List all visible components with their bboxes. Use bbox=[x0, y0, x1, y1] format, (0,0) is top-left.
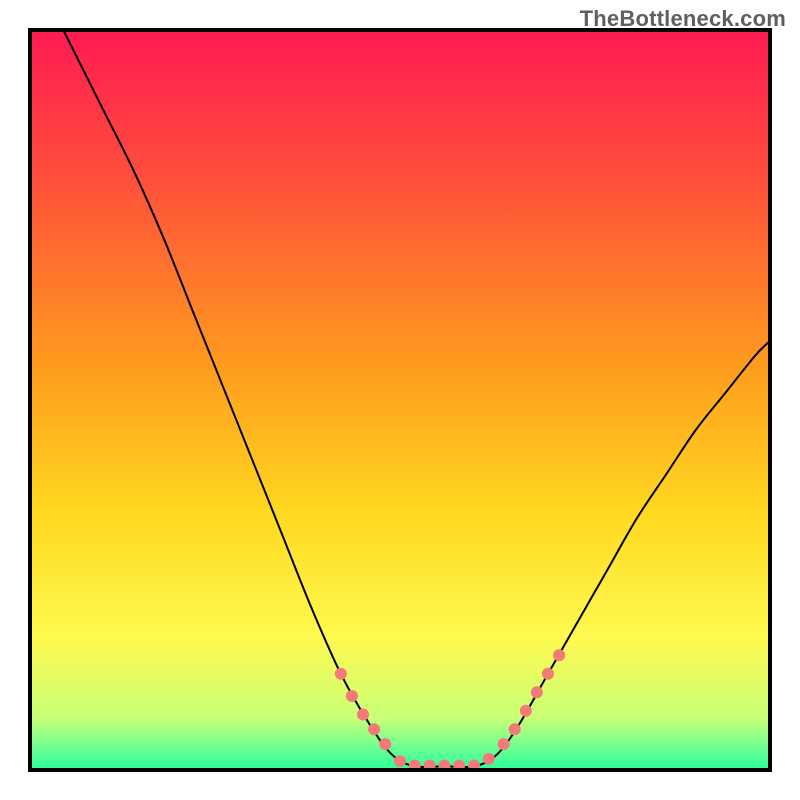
marker-dot bbox=[346, 690, 358, 702]
marker-dot bbox=[531, 686, 543, 698]
plot-background bbox=[30, 30, 770, 770]
bottleneck-plot bbox=[0, 0, 800, 800]
marker-dot bbox=[368, 723, 380, 735]
marker-dot bbox=[394, 755, 406, 767]
marker-dot bbox=[357, 709, 369, 721]
marker-dot bbox=[335, 668, 347, 680]
marker-dot bbox=[509, 723, 521, 735]
marker-dot bbox=[483, 753, 495, 765]
watermark-label: TheBottleneck.com bbox=[580, 6, 786, 32]
marker-dot bbox=[498, 738, 510, 750]
chart-container: TheBottleneck.com bbox=[0, 0, 800, 800]
marker-dot bbox=[520, 705, 532, 717]
marker-dot bbox=[379, 738, 391, 750]
marker-dot bbox=[553, 649, 565, 661]
marker-dot bbox=[542, 668, 554, 680]
